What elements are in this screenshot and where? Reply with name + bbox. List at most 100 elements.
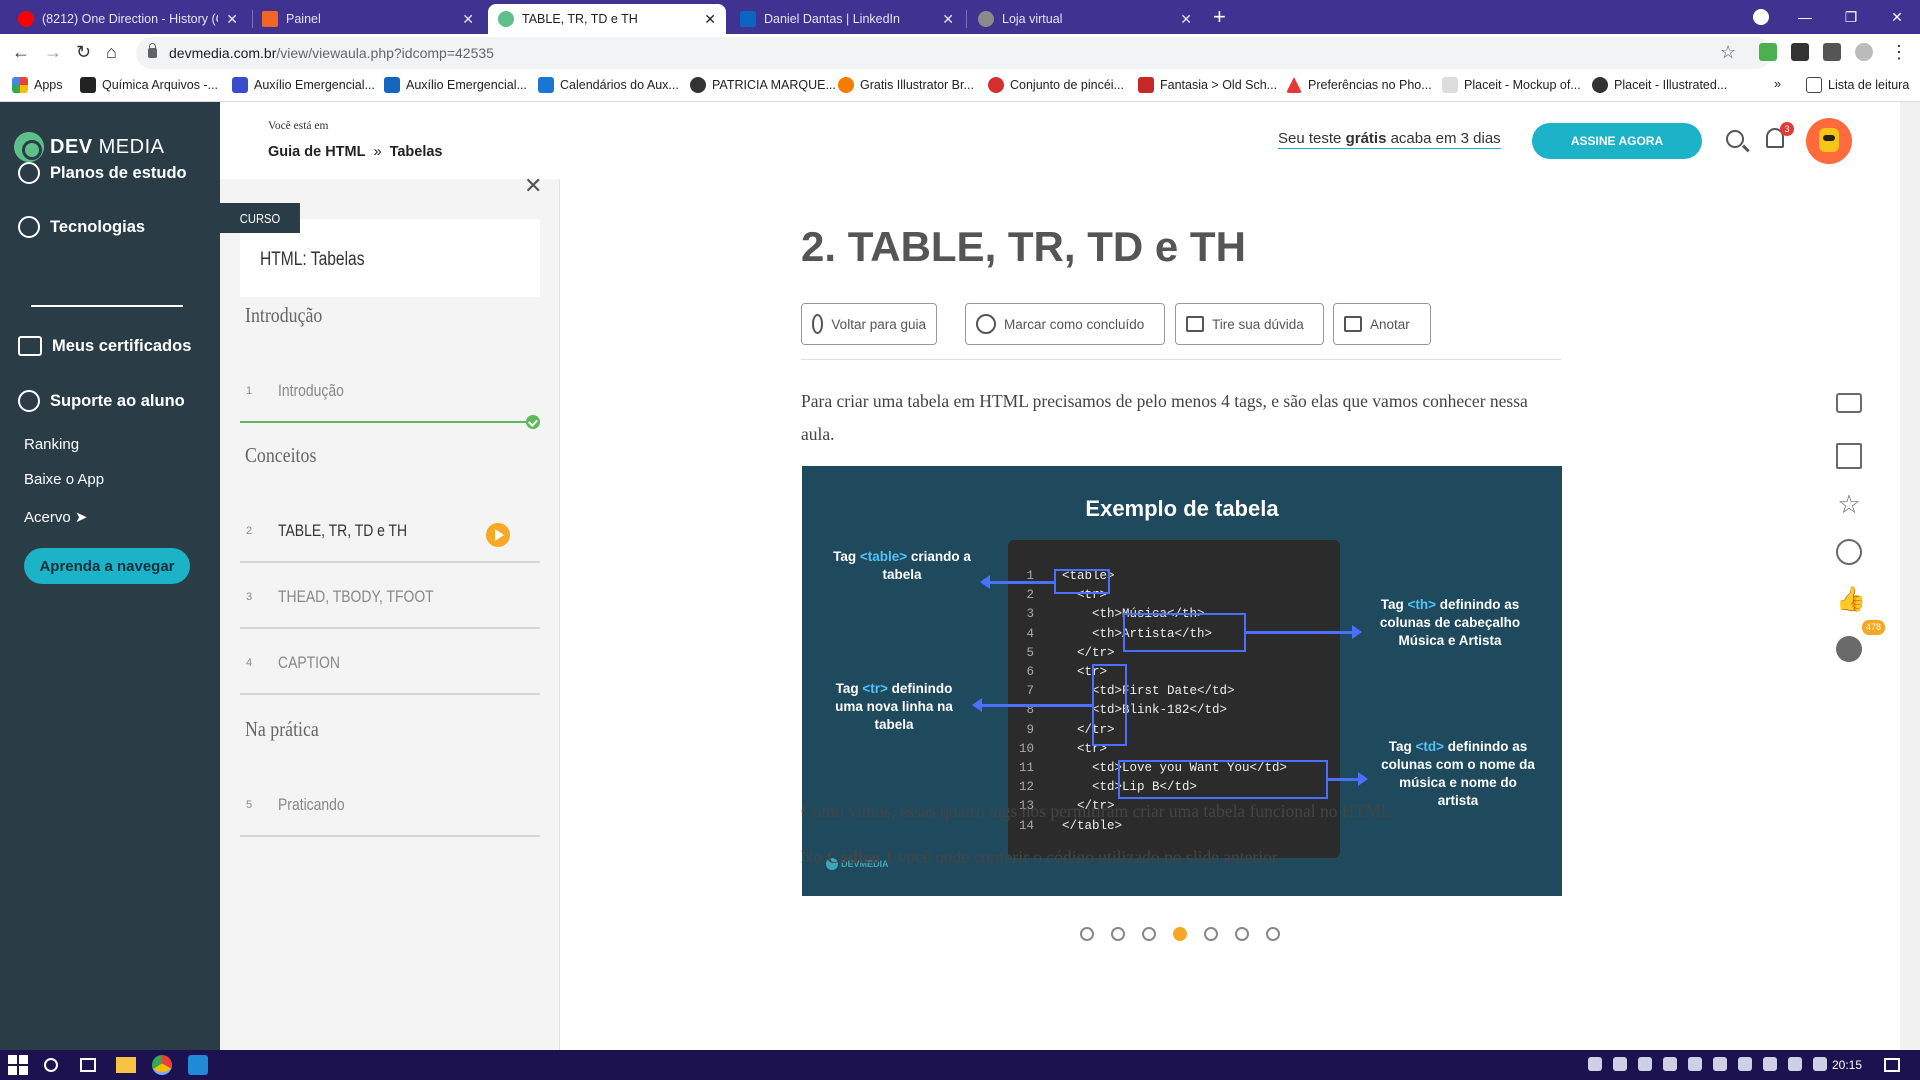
bookmark-item[interactable]: Calendários do Aux...: [538, 77, 679, 93]
pagination-dot[interactable]: [1235, 927, 1249, 941]
tray-icon[interactable]: [1738, 1057, 1752, 1071]
code-line: 6 <tr>: [1008, 665, 1340, 684]
sidebar-item-tecnologias[interactable]: Tecnologias: [18, 216, 145, 238]
chrome-icon[interactable]: [152, 1055, 172, 1075]
close-tab-icon[interactable]: ✕: [704, 12, 716, 26]
reload-icon[interactable]: ↻: [76, 42, 91, 62]
back-to-guide-button[interactable]: Voltar para guia: [801, 303, 937, 345]
lesson-item-current[interactable]: 2 TABLE, TR, TD e TH: [240, 497, 540, 563]
bookmark-star-icon[interactable]: ☆: [1720, 42, 1736, 63]
bookmark-item[interactable]: PATRICIA MARQUE...: [690, 77, 836, 93]
lesson-item[interactable]: 5 Praticando: [240, 771, 540, 837]
network-icon[interactable]: [1763, 1057, 1777, 1071]
search-icon[interactable]: [1726, 130, 1744, 148]
windows-start-icon[interactable]: [8, 1055, 28, 1075]
bookmark-item[interactable]: Placeit - Mockup of...: [1442, 77, 1581, 93]
breadcrumb-current[interactable]: Tabelas: [390, 144, 443, 160]
mark-complete-button[interactable]: Marcar como concluído: [965, 303, 1165, 345]
close-window-icon[interactable]: ✕: [1874, 0, 1920, 34]
profile-avatar-icon[interactable]: [1855, 43, 1873, 61]
pen-icon[interactable]: [1813, 1057, 1827, 1071]
bookmark-item[interactable]: Química Arquivos -...: [80, 77, 218, 93]
breadcrumb-guide[interactable]: Guia de HTML: [268, 144, 365, 160]
extension-icon[interactable]: [1759, 43, 1777, 61]
browser-tab-painel[interactable]: Painel ✕: [252, 4, 484, 34]
search-icon[interactable]: [44, 1058, 58, 1072]
tray-icon[interactable]: [1638, 1057, 1652, 1071]
bookmark-item[interactable]: Preferências no Pho...: [1286, 77, 1432, 93]
browser-tab-loja[interactable]: Loja virtual ✕: [968, 4, 1202, 34]
tray-icon[interactable]: [1663, 1057, 1677, 1071]
back-icon[interactable]: ←: [12, 42, 30, 62]
sidebar-item-suporte[interactable]: Suporte ao aluno: [18, 390, 185, 412]
check-icon[interactable]: [1836, 539, 1862, 565]
kebab-menu-icon[interactable]: ⋮: [1890, 42, 1908, 62]
home-icon[interactable]: ⌂: [106, 42, 117, 62]
bookmark-apps[interactable]: Apps: [12, 77, 63, 93]
address-bar[interactable]: devmedia.com.br/view/viewaula.php?idcomp…: [136, 37, 1772, 69]
close-tab-icon[interactable]: ✕: [942, 12, 954, 26]
pagination-dot-active[interactable]: [1173, 927, 1187, 941]
sidebar-item-certificados[interactable]: Meus certificados: [18, 336, 191, 356]
comments-icon[interactable]: [1836, 393, 1862, 413]
bookmark-item[interactable]: Conjunto de pincéi...: [988, 77, 1124, 93]
reading-list[interactable]: Lista de leitura: [1806, 77, 1909, 93]
volume-icon[interactable]: [1788, 1057, 1802, 1071]
star-icon[interactable]: ☆: [1836, 491, 1862, 517]
subscribe-button[interactable]: ASSINE AGORA: [1532, 123, 1702, 159]
vscode-icon[interactable]: [188, 1055, 208, 1075]
user-avatar[interactable]: [1806, 118, 1852, 164]
pagination-dot[interactable]: [1204, 927, 1218, 941]
share-icon[interactable]: [1836, 636, 1862, 662]
browser-tab-linkedin[interactable]: Daniel Dantas | LinkedIn ✕: [730, 4, 964, 34]
file-explorer-icon[interactable]: [116, 1057, 136, 1073]
pagination-dot[interactable]: [1266, 927, 1280, 941]
task-view-icon[interactable]: [80, 1058, 96, 1072]
lesson-item[interactable]: 1 Introdução: [240, 357, 540, 429]
sidebar-link-ranking[interactable]: Ranking: [24, 436, 79, 453]
minimize-icon[interactable]: —: [1782, 0, 1828, 34]
learn-navigate-button[interactable]: Aprenda a navegar: [24, 548, 190, 584]
restore-icon[interactable]: ❐: [1828, 0, 1874, 34]
tray-icon[interactable]: [1688, 1057, 1702, 1071]
forward-icon[interactable]: →: [44, 42, 62, 62]
bookmark-item[interactable]: Gratis Illustrator Br...: [838, 77, 974, 93]
close-tab-icon[interactable]: ✕: [1180, 12, 1192, 26]
tray-icon[interactable]: [1588, 1057, 1602, 1071]
tray-icon[interactable]: [1713, 1057, 1727, 1071]
extension-icon[interactable]: [1791, 43, 1809, 61]
close-panel-icon[interactable]: ✕: [524, 173, 542, 199]
taskbar-clock[interactable]: 20:15: [1832, 1058, 1862, 1072]
trial-notice[interactable]: Seu teste grátis acaba em 3 dias: [1278, 130, 1501, 149]
lesson-item[interactable]: 4 CAPTION: [240, 629, 540, 695]
bookmarks-overflow[interactable]: »: [1774, 77, 1781, 91]
bookmark-item[interactable]: Placeit - Illustrated...: [1592, 77, 1727, 93]
tray-icon[interactable]: [1613, 1057, 1627, 1071]
scrollbar[interactable]: [1900, 102, 1920, 1050]
help-icon: [18, 390, 40, 412]
notification-center-icon[interactable]: [1884, 1058, 1900, 1072]
devmedia-logo[interactable]: DEV MEDIA: [14, 132, 164, 162]
annotate-icon[interactable]: [1836, 443, 1862, 469]
notes-button[interactable]: Anotar: [1333, 303, 1431, 345]
pagination-dot[interactable]: [1111, 927, 1125, 941]
bookmark-item[interactable]: Fantasia > Old Sch...: [1138, 77, 1277, 93]
puzzle-icon[interactable]: [1823, 43, 1841, 61]
sidebar-link-acervo[interactable]: Acervo ➤: [24, 508, 87, 526]
browser-tab-active[interactable]: TABLE, TR, TD e TH ✕: [488, 4, 726, 34]
sidebar-link-app[interactable]: Baixe o App: [24, 471, 104, 488]
close-tab-icon[interactable]: ✕: [462, 12, 474, 26]
new-tab-button[interactable]: +: [1213, 6, 1226, 28]
bookmark-item[interactable]: Auxílio Emergencial...: [232, 77, 375, 93]
pagination-dot[interactable]: [1142, 927, 1156, 941]
profile-menu-icon[interactable]: [1738, 0, 1784, 34]
bookmark-item[interactable]: Auxílio Emergencial...: [384, 77, 527, 93]
code-line: 7 <td>First Date</td>: [1008, 684, 1340, 703]
browser-tab-youtube[interactable]: (8212) One Direction - History (C ✕: [8, 4, 248, 34]
close-tab-icon[interactable]: ✕: [226, 12, 238, 26]
sidebar-item-planos[interactable]: Planos de estudo: [18, 162, 187, 184]
pagination-dot[interactable]: [1080, 927, 1094, 941]
ask-question-button[interactable]: Tire sua dúvida: [1175, 303, 1324, 345]
thumbs-up-icon[interactable]: 👍: [1836, 587, 1866, 613]
lesson-item[interactable]: 3 THEAD, TBODY, TFOOT: [240, 563, 540, 629]
